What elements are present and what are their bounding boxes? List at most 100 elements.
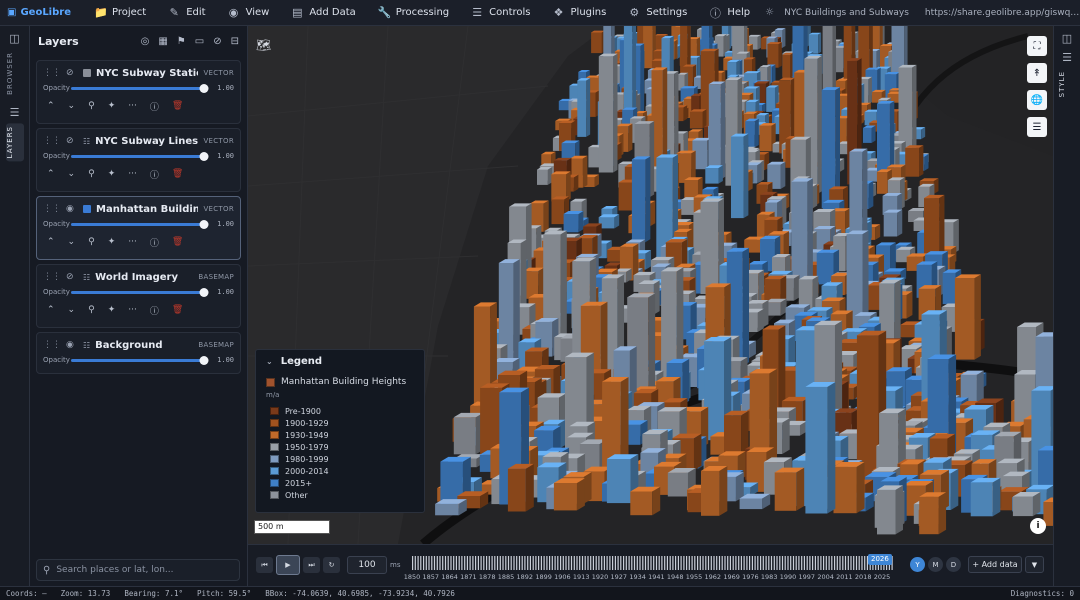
trash-icon[interactable]: 🗑 [172, 237, 183, 247]
sun-icon[interactable]: ☼ [761, 7, 778, 18]
opacity-slider[interactable] [71, 355, 209, 365]
opacity-slider[interactable] [71, 83, 209, 93]
menu-view[interactable]: ◉ View [217, 0, 281, 25]
info-icon[interactable]: ⓘ [150, 100, 159, 113]
mode-year-button[interactable]: Y [910, 557, 925, 572]
menu-project[interactable]: 📁 Project [83, 0, 157, 25]
collapse-style-icon[interactable]: ◫ [1056, 32, 1078, 45]
layer-card[interactable]: ⋮⋮ ◉ ☷ Background BASEMAP Opacity 1.00 [36, 332, 241, 374]
mode-month-button[interactable]: M [928, 557, 943, 572]
share-url[interactable]: https://share.geolibre.app/giswqs/nyc-bu… [925, 8, 1080, 18]
tab-layers[interactable]: LAYERS [5, 122, 24, 162]
menu-plugins[interactable]: ❖ Plugins [542, 0, 618, 25]
style-icon[interactable]: ✦ [108, 101, 116, 111]
palette-icon[interactable]: ☰ [1056, 51, 1078, 64]
eye-icon[interactable]: ◉ [66, 204, 78, 214]
fullscreen-icon[interactable]: ⛶ [1027, 36, 1047, 56]
speed-input[interactable]: 100 [347, 556, 387, 574]
menu-controls[interactable]: ☰ Controls [460, 0, 541, 25]
map-view[interactable]: 🗺 ⛶ ↟ 🌐 ☰ ⌄ Legend Manhattan Building He… [248, 26, 1053, 544]
move-up-icon[interactable]: ⌃ [47, 237, 55, 247]
menu-add-data[interactable]: ▤ Add Data [280, 0, 366, 25]
move-down-icon[interactable]: ⌄ [68, 305, 76, 315]
mode-day-button[interactable]: D [946, 557, 961, 572]
move-down-icon[interactable]: ⌄ [68, 237, 76, 247]
menu-edit[interactable]: ✎ Edit [157, 0, 216, 25]
trash-icon[interactable]: 🗑 [172, 101, 183, 111]
menu-help[interactable]: ⓘ Help [698, 0, 761, 25]
info-icon[interactable]: ⓘ [150, 168, 159, 181]
play-icon[interactable]: ▶ [276, 555, 300, 575]
drag-handle-icon[interactable]: ⋮⋮ [43, 136, 61, 146]
eye-off-icon[interactable]: ⊘ [213, 36, 221, 47]
opacity-knob[interactable] [199, 151, 209, 161]
eye-off-icon[interactable]: ⊘ [66, 272, 78, 282]
style-icon[interactable]: ✦ [108, 305, 116, 315]
zoom-to-icon[interactable]: ⚲ [88, 169, 95, 179]
step-back-icon[interactable]: ⏮ [256, 557, 273, 573]
trash-icon[interactable]: 🗑 [172, 305, 183, 315]
opacity-knob[interactable] [199, 83, 209, 93]
drag-handle-icon[interactable]: ⋮⋮ [43, 272, 61, 282]
chevron-down-icon[interactable]: ▼ [1025, 556, 1044, 573]
layers-icon[interactable]: ☰ [4, 106, 26, 119]
timeline-slider[interactable] [412, 556, 894, 570]
eye-off-icon[interactable]: ⊘ [66, 136, 78, 146]
map-icon[interactable]: ▦ [158, 36, 167, 47]
more-icon[interactable]: ··· [128, 169, 137, 179]
tab-browser[interactable]: BROWSER [6, 49, 24, 98]
eye-icon[interactable]: ◉ [66, 340, 78, 350]
more-icon[interactable]: ··· [128, 237, 137, 247]
globe-icon[interactable]: ◎ [141, 36, 150, 47]
place-search-input[interactable] [56, 565, 227, 575]
zoom-to-icon[interactable]: ⚲ [88, 237, 95, 247]
zoom-to-icon[interactable]: ⚲ [88, 101, 95, 111]
move-up-icon[interactable]: ⌃ [47, 101, 55, 111]
legend-header[interactable]: ⌄ Legend [266, 356, 414, 367]
opacity-knob[interactable] [199, 355, 209, 365]
drag-handle-icon[interactable]: ⋮⋮ [43, 68, 61, 78]
collapse-panel-icon[interactable]: ◫ [4, 32, 26, 45]
place-search[interactable]: ⚲ [36, 559, 240, 581]
style-icon[interactable]: ✦ [108, 237, 116, 247]
loop-icon[interactable]: ↻ [323, 557, 340, 573]
move-down-icon[interactable]: ⌄ [68, 169, 76, 179]
folder-add-icon[interactable]: ▭ [195, 36, 204, 47]
layer-card[interactable]: ⋮⋮ ⊘ NYC Subway Stations (MTA) VECTOR Op… [36, 60, 241, 124]
drag-handle-icon[interactable]: ⋮⋮ [43, 204, 61, 214]
chevron-down-icon[interactable]: ⌄ [266, 357, 273, 366]
layer-card[interactable]: ⋮⋮ ◉ Manhattan Building Heights VECTOR O… [36, 196, 241, 260]
tag-icon[interactable]: ⚑ [177, 36, 186, 47]
zoom-to-icon[interactable]: ⚲ [88, 305, 95, 315]
compass-icon[interactable]: ↟ [1027, 63, 1047, 83]
step-forward-icon[interactable]: ⏭ [303, 557, 320, 573]
opacity-knob[interactable] [199, 287, 209, 297]
eye-off-icon[interactable]: ⊘ [66, 68, 78, 78]
map-basemap-icon[interactable]: 🗺 [256, 38, 271, 52]
move-up-icon[interactable]: ⌃ [47, 305, 55, 315]
move-up-icon[interactable]: ⌃ [47, 169, 55, 179]
layer-card[interactable]: ⋮⋮ ⊘ ☷ World Imagery BASEMAP Opacity 1.0… [36, 264, 241, 328]
app-brand[interactable]: ▣ GeoLibre [0, 7, 83, 18]
drag-handle-icon[interactable]: ⋮⋮ [43, 340, 61, 350]
info-icon[interactable]: i [1030, 518, 1046, 534]
layers-toggle-icon[interactable]: ☰ [1027, 117, 1047, 137]
opacity-slider[interactable] [71, 287, 209, 297]
trash-icon[interactable]: 🗑 [172, 169, 183, 179]
info-icon[interactable]: ⓘ [150, 304, 159, 317]
move-down-icon[interactable]: ⌄ [68, 101, 76, 111]
opacity-knob[interactable] [199, 219, 209, 229]
menu-processing[interactable]: 🔧 Processing [367, 0, 460, 25]
opacity-slider[interactable] [71, 219, 209, 229]
add-data-button[interactable]: + Add data [968, 556, 1022, 573]
globe-toggle-icon[interactable]: 🌐 [1027, 90, 1047, 110]
style-icon[interactable]: ✦ [108, 169, 116, 179]
opacity-slider[interactable] [71, 151, 209, 161]
more-icon[interactable]: ··· [128, 101, 137, 111]
info-icon[interactable]: ⓘ [150, 236, 159, 249]
more-icon[interactable]: ··· [128, 305, 137, 315]
tab-style[interactable]: STYLE [1058, 68, 1076, 100]
layer-card[interactable]: ⋮⋮ ⊘ ☷ NYC Subway Lines (MTA) VECTOR Opa… [36, 128, 241, 192]
status-diagnostics[interactable]: Diagnostics: 0 [1011, 589, 1074, 598]
collapse-all-icon[interactable]: ⊟ [231, 36, 239, 47]
